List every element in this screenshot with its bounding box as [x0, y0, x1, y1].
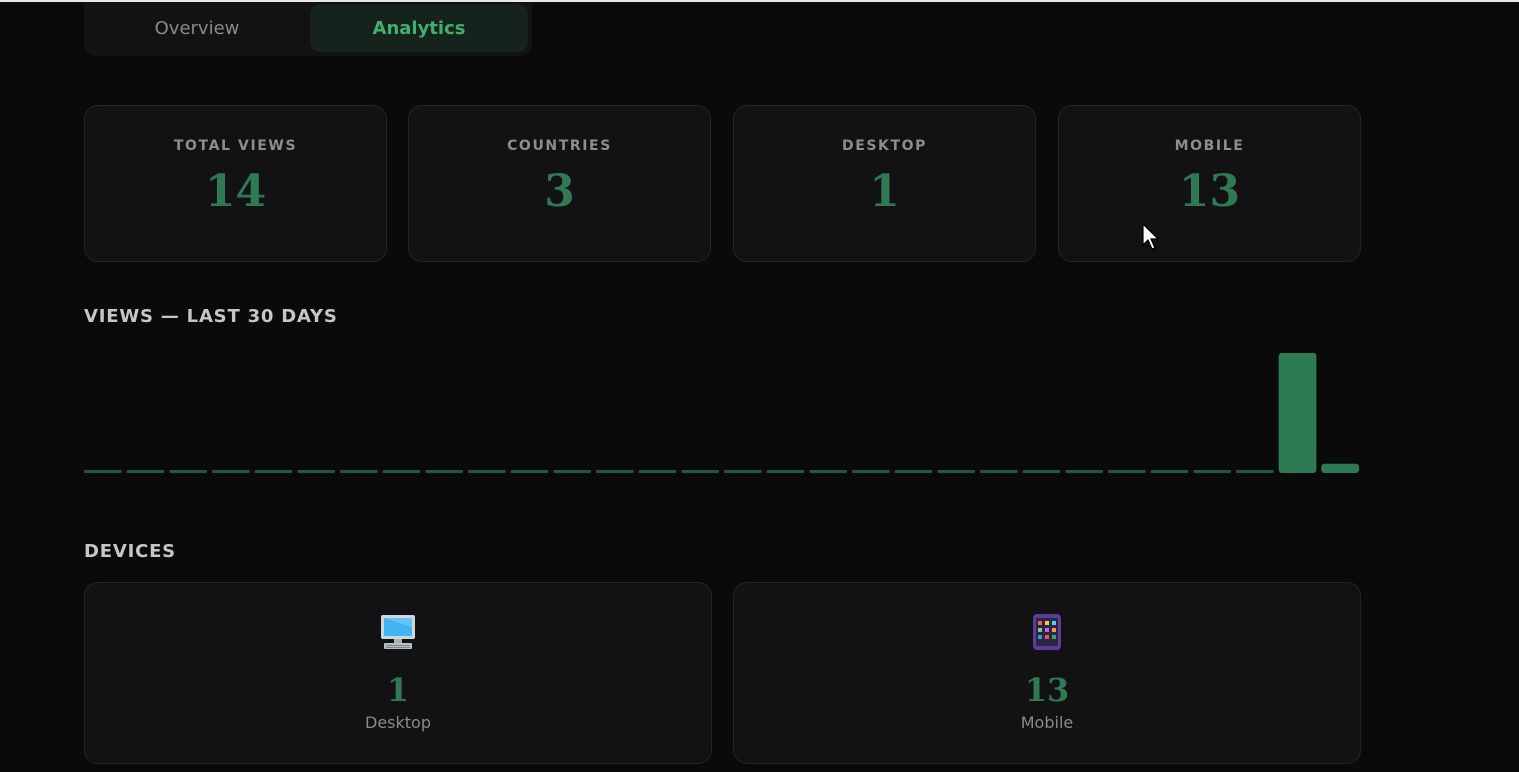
device-label: Desktop — [365, 713, 431, 732]
chart-bar — [852, 470, 890, 473]
mobile-phone-icon — [734, 613, 1360, 653]
chart-bar — [638, 470, 677, 473]
chart-bar — [596, 470, 634, 473]
chart-bar — [1108, 470, 1146, 473]
chart-bar — [894, 470, 933, 473]
devices-section-title: DEVICES — [84, 541, 176, 562]
chart-bar — [766, 470, 805, 473]
chart-bar — [724, 470, 762, 473]
chart-bar — [1150, 470, 1189, 473]
stat-card-mobile: MOBILE 13 — [1058, 105, 1361, 262]
stat-card-countries: COUNTRIES 3 — [408, 105, 711, 262]
views-section-title: VIEWS — LAST 30 DAYS — [84, 306, 338, 327]
tab-analytics[interactable]: Analytics — [310, 4, 528, 52]
desktop-computer-icon — [85, 613, 711, 653]
stat-label: COUNTRIES — [507, 138, 612, 154]
chart-bar — [468, 470, 506, 473]
device-card-mobile: 13 Mobile — [733, 582, 1361, 764]
chart-bar — [510, 470, 549, 473]
stat-value: 13 — [1178, 166, 1241, 217]
mouse-cursor-icon — [1142, 222, 1162, 255]
chart-bar — [212, 470, 250, 473]
device-card-desktop: 1 Desktop — [84, 582, 712, 764]
chart-bar — [1278, 353, 1317, 473]
device-label: Mobile — [1020, 713, 1074, 732]
chart-bar — [382, 470, 421, 473]
chart-bar — [1193, 470, 1231, 473]
stat-value: 3 — [544, 166, 575, 217]
chart-bar — [340, 470, 378, 473]
chart-bar — [1236, 470, 1274, 473]
chart-bar — [297, 470, 335, 473]
chart-bar — [1065, 470, 1103, 473]
chart-bar — [254, 470, 293, 473]
chart-bar — [980, 470, 1018, 473]
stat-value: 1 — [869, 166, 900, 217]
tab-bar: Overview Analytics — [84, 2, 532, 56]
chart-bar — [169, 470, 207, 473]
stat-label: TOTAL VIEWS — [173, 138, 298, 154]
chart-bar — [681, 470, 719, 473]
chart-bar — [1321, 463, 1359, 473]
stat-label: MOBILE — [1174, 138, 1245, 154]
chart-bar — [126, 470, 165, 473]
stat-label: DESKTOP — [841, 138, 928, 154]
chart-bar — [937, 470, 975, 473]
tab-overview[interactable]: Overview — [88, 4, 306, 52]
chart-bar — [553, 470, 591, 473]
stat-card-desktop: DESKTOP 1 — [733, 105, 1036, 262]
chart-bar — [809, 470, 847, 473]
stat-value: 14 — [204, 166, 267, 217]
chart-bar — [425, 470, 463, 473]
stat-card-total-views: TOTAL VIEWS 14 — [84, 105, 387, 262]
chart-bar — [84, 470, 122, 473]
device-value: 1 — [386, 671, 410, 709]
device-value: 13 — [1024, 671, 1070, 709]
chart-bar — [1022, 470, 1061, 473]
views-bar-chart — [84, 353, 1359, 473]
